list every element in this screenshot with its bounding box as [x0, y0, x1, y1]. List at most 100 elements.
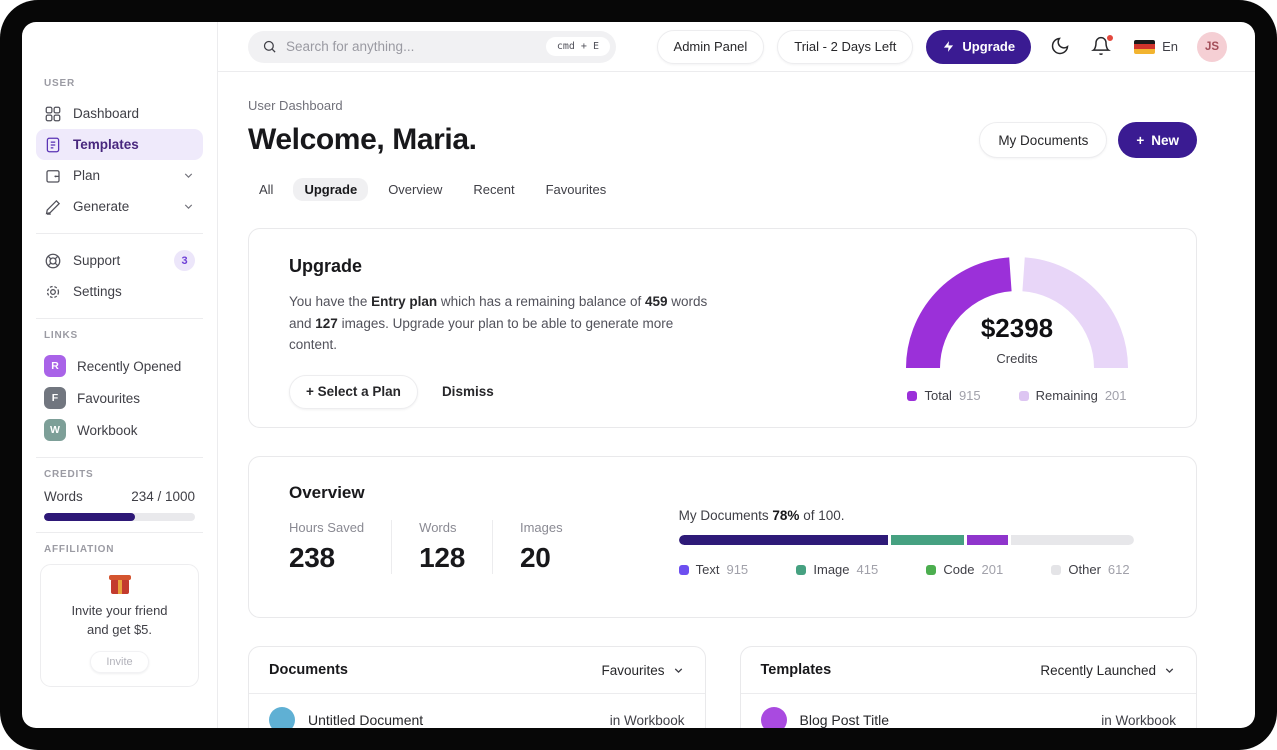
link-initial-badge: W [44, 419, 66, 441]
sidebar-link-label: Recently Opened [77, 358, 182, 374]
legend-item-other: Other 612 [1051, 562, 1130, 577]
templates-card: Templates Recently Launched Blog Post Ti… [739, 646, 1197, 728]
my-documents-button[interactable]: My Documents [979, 122, 1108, 158]
progress-legend: Text 915 Image 415 Code 201 Other 612 [678, 562, 1134, 577]
legend-value: 201 [1104, 388, 1127, 403]
sidebar-item-generate[interactable]: Generate [36, 191, 203, 222]
sidebar-link-workbook[interactable]: W Workbook [36, 414, 203, 446]
template-avatar [760, 707, 787, 728]
sidebar-item-support[interactable]: Support 3 [36, 245, 203, 276]
legend-item-remaining: Remaining 201 [1018, 388, 1127, 403]
plus-icon: + [1136, 132, 1145, 148]
legend-item-text: Text 915 [678, 562, 749, 577]
link-initial-badge: R [44, 355, 66, 377]
user-avatar[interactable]: JS [1197, 31, 1227, 62]
main-area: Search for anything... cmd + E Admin Pan… [218, 22, 1255, 728]
legend-item-code: Code 201 [926, 562, 1003, 577]
template-location: in Workbook [1101, 712, 1176, 728]
tab-overview[interactable]: Overview [377, 178, 453, 201]
chevron-down-icon [182, 200, 195, 213]
progress-percent: 78% [772, 508, 800, 523]
search-input[interactable]: Search for anything... cmd + E [248, 30, 616, 63]
legend-value: 915 [726, 562, 749, 577]
trial-days-left-button[interactable]: Trial - 2 Days Left [777, 29, 914, 64]
chevron-down-icon [674, 667, 682, 673]
legend-item-image: Image 415 [796, 562, 878, 577]
upgrade-button[interactable]: Upgrade [926, 29, 1032, 64]
page-content: User Dashboard Welcome, Maria. My Docume… [218, 72, 1255, 728]
stat-label: Words [419, 520, 457, 535]
sidebar-divider [36, 318, 203, 319]
sidebar: User Dashboard Templates Plan [22, 22, 218, 728]
templates-filter-dropdown[interactable]: Recently Launched [1040, 663, 1176, 678]
template-list-item[interactable]: Blog Post Title in Workbook [741, 694, 1197, 728]
document-location: in Workbook [609, 712, 685, 728]
sidebar-item-settings[interactable]: Settings [36, 276, 203, 307]
sidebar-item-label: Plan [73, 168, 101, 183]
chevron-down-icon [1165, 667, 1174, 673]
segment-text [678, 535, 888, 545]
legend-swatch [926, 564, 937, 575]
chevron-down-icon [182, 169, 195, 182]
document-avatar [269, 707, 295, 728]
legend-label: Image [813, 562, 850, 577]
legend-label: Text [695, 562, 720, 577]
topbar: Search for anything... cmd + E Admin Pan… [218, 22, 1255, 72]
affiliation-card: Invite your friend and get $5. Invite [40, 564, 199, 687]
templates-document-icon [44, 136, 62, 154]
page-title: Welcome, Maria. [248, 123, 477, 156]
overview-stats: Hours Saved 238 Words 128 Images 20 [289, 520, 617, 574]
affiliation-text-line2: and get $5. [86, 621, 153, 637]
tab-favourites[interactable]: Favourites [535, 178, 618, 201]
documents-filter-label: Favourites [601, 662, 665, 678]
sidebar-item-label: Templates [73, 137, 139, 152]
legend-swatch [678, 564, 689, 575]
documents-filter-dropdown[interactable]: Favourites [601, 663, 684, 678]
lifebuoy-icon [44, 252, 62, 270]
affiliation-text-line1: Invite your friend [71, 603, 168, 618]
dismiss-button[interactable]: Dismiss [442, 384, 494, 399]
documents-progress: My Documents 78% of 100. Text 915 Image … [678, 508, 1134, 589]
search-icon [262, 39, 277, 54]
document-list-item[interactable]: Untitled Document in Workbook [249, 694, 705, 728]
tab-recent[interactable]: Recent [462, 178, 525, 201]
gauge-legend: Total 915 Remaining 201 [904, 388, 1130, 403]
stat-label: Images [519, 520, 563, 535]
language-selector[interactable]: En [1134, 39, 1178, 54]
remaining-images: 127 [315, 315, 338, 331]
dashboard-grid-icon [44, 105, 62, 123]
sidebar-item-dashboard[interactable]: Dashboard [36, 98, 203, 129]
select-plan-button[interactable]: + Select a Plan [289, 374, 418, 409]
stat-value: 238 [289, 542, 335, 573]
segment-code [966, 535, 1008, 545]
tab-all[interactable]: All [248, 178, 284, 201]
legend-label: Other [1068, 562, 1101, 577]
sidebar-item-label: Settings [73, 284, 122, 299]
sidebar-divider [36, 532, 203, 533]
tab-upgrade[interactable]: Upgrade [293, 178, 369, 201]
filter-tabs: All Upgrade Overview Recent Favourites [248, 178, 1197, 201]
gauge-value: $2398 [980, 313, 1054, 343]
sidebar-item-plan[interactable]: Plan [36, 160, 203, 191]
sidebar-link-recently-opened[interactable]: R Recently Opened [36, 350, 203, 382]
gift-icon [108, 575, 131, 594]
stat-value: 20 [519, 542, 551, 573]
notification-dot [1106, 33, 1115, 42]
upgrade-button-label: Upgrade [962, 39, 1016, 54]
sidebar-link-favourites[interactable]: F Favourites [36, 382, 203, 414]
plan-name: Entry plan [371, 294, 438, 309]
sidebar-item-templates[interactable]: Templates [36, 129, 203, 160]
credits-progress-track [44, 513, 195, 521]
invite-button[interactable]: Invite [90, 650, 149, 673]
upgrade-card: Upgrade You have the Entry plan which ha… [248, 228, 1197, 428]
credits-words-value: 234 / 1000 [131, 489, 195, 504]
sidebar-section-user: User [44, 78, 75, 89]
new-button[interactable]: + New [1118, 122, 1197, 158]
legend-label: Remaining [1035, 388, 1098, 403]
dark-mode-toggle[interactable] [1050, 36, 1072, 58]
sidebar-link-label: Favourites [77, 390, 141, 406]
document-name: Untitled Document [308, 712, 424, 728]
legend-swatch [796, 564, 807, 575]
notifications-button[interactable] [1091, 33, 1115, 58]
admin-panel-button[interactable]: Admin Panel [656, 29, 765, 64]
